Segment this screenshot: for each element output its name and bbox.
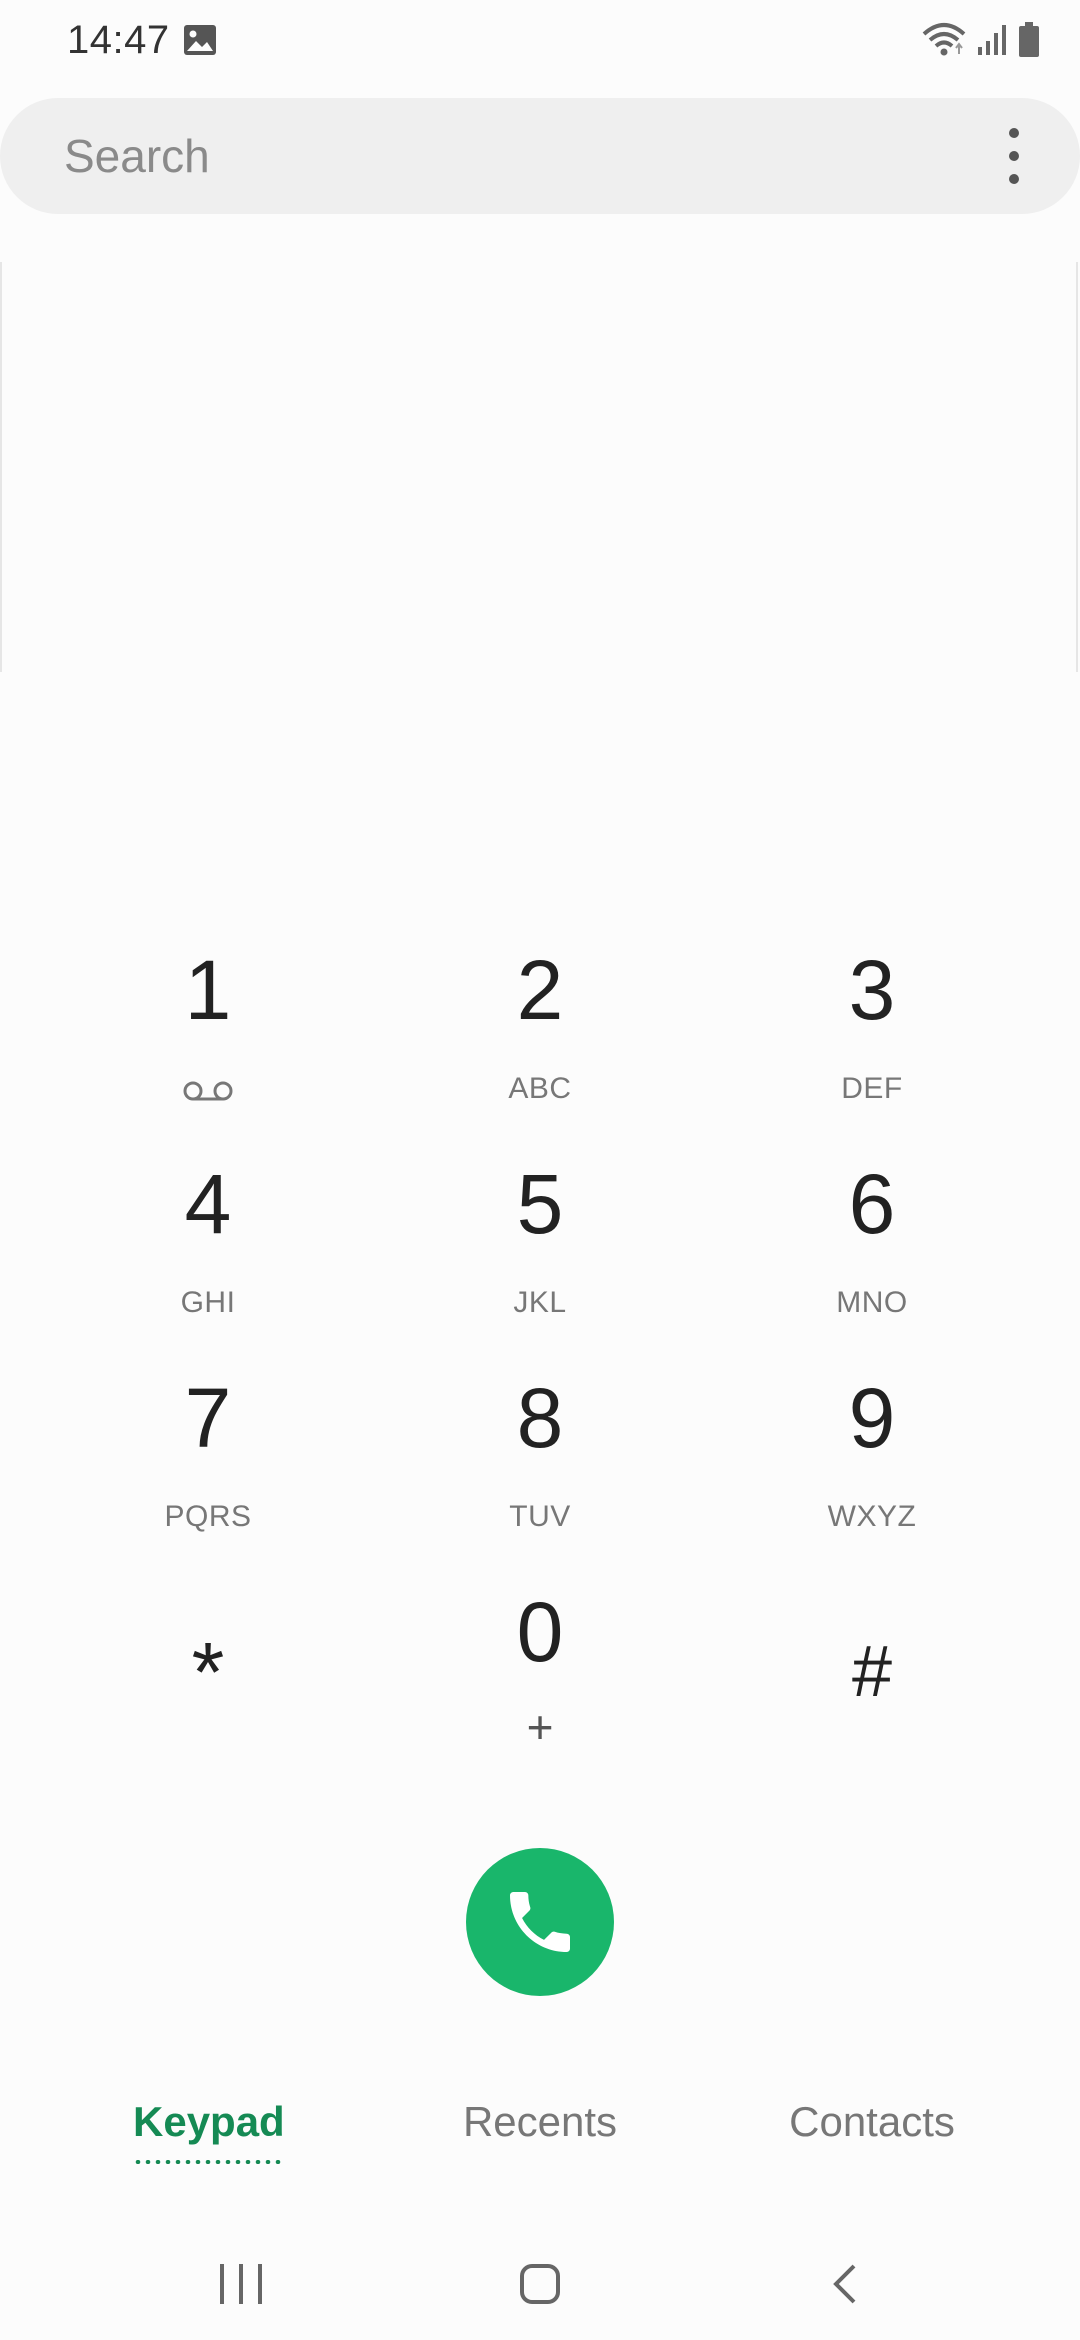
key-letters: TUV xyxy=(509,1500,571,1533)
key-letters: ABC xyxy=(508,1072,572,1105)
search-bar xyxy=(0,98,1080,214)
key-0[interactable]: 0 + xyxy=(390,1582,690,1782)
key-digit: 3 xyxy=(848,943,896,1037)
tab-recents[interactable]: Recents xyxy=(440,2098,640,2146)
key-digit: 8 xyxy=(516,1371,564,1465)
key-digit: 6 xyxy=(848,1157,896,1251)
key-digit: 9 xyxy=(848,1371,896,1465)
key-star[interactable]: * xyxy=(58,1582,358,1782)
more-options-button[interactable] xyxy=(1004,128,1024,184)
key-5[interactable]: 5 JKL xyxy=(390,1154,690,1354)
key-letters: MNO xyxy=(836,1286,908,1319)
key-9[interactable]: 9 WXYZ xyxy=(722,1368,1022,1568)
battery-icon xyxy=(1019,22,1039,57)
phone-icon xyxy=(510,1892,570,1952)
key-letters: GHI xyxy=(180,1286,236,1319)
key-7[interactable]: 7 PQRS xyxy=(58,1368,358,1568)
bottom-tabs: Keypad Recents Contacts xyxy=(0,2098,1080,2218)
status-icons xyxy=(922,20,1040,60)
wifi-icon xyxy=(922,23,966,56)
more-vert-icon xyxy=(1009,128,1019,138)
key-letters: + xyxy=(526,1701,554,1753)
key-digit: * xyxy=(191,1625,225,1719)
home-icon[interactable] xyxy=(520,2264,560,2304)
key-digit: 4 xyxy=(184,1157,232,1251)
key-3[interactable]: 3 DEF xyxy=(722,940,1022,1140)
tab-contacts[interactable]: Contacts xyxy=(772,2098,972,2146)
tab-keypad[interactable]: Keypad xyxy=(133,2098,285,2146)
key-digit: 1 xyxy=(184,943,232,1037)
key-6[interactable]: 6 MNO xyxy=(722,1154,1022,1354)
gallery-icon xyxy=(184,25,216,55)
tab-active-indicator xyxy=(133,2160,283,2164)
key-digit: 5 xyxy=(516,1157,564,1251)
key-digit: # xyxy=(851,1632,893,1712)
call-button[interactable] xyxy=(466,1848,614,1996)
key-letters: WXYZ xyxy=(827,1500,917,1533)
key-4[interactable]: 4 GHI xyxy=(58,1154,358,1354)
status-bar: 14:47 xyxy=(0,0,1080,80)
key-2[interactable]: 2 ABC xyxy=(390,940,690,1140)
key-1[interactable]: 1 xyxy=(58,940,358,1140)
key-digit: 2 xyxy=(516,943,564,1037)
search-input[interactable] xyxy=(64,98,924,214)
key-digit: 7 xyxy=(184,1371,232,1465)
key-hash[interactable]: # xyxy=(722,1582,1022,1782)
more-vert-icon-dot xyxy=(1009,151,1019,161)
recent-apps-icon[interactable] xyxy=(220,2264,262,2304)
back-icon[interactable] xyxy=(830,2264,860,2304)
navigation-bar xyxy=(0,2240,1080,2340)
key-letters: PQRS xyxy=(164,1500,252,1533)
more-vert-icon-dot xyxy=(1009,174,1019,184)
key-digit: 0 xyxy=(516,1585,564,1679)
key-8[interactable]: 8 TUV xyxy=(390,1368,690,1568)
key-letters: DEF xyxy=(841,1072,903,1105)
number-display xyxy=(0,262,1078,672)
signal-icon xyxy=(978,25,1006,55)
key-letters: JKL xyxy=(513,1286,567,1319)
voicemail-icon xyxy=(183,1081,233,1101)
status-time: 14:47 xyxy=(67,18,170,62)
